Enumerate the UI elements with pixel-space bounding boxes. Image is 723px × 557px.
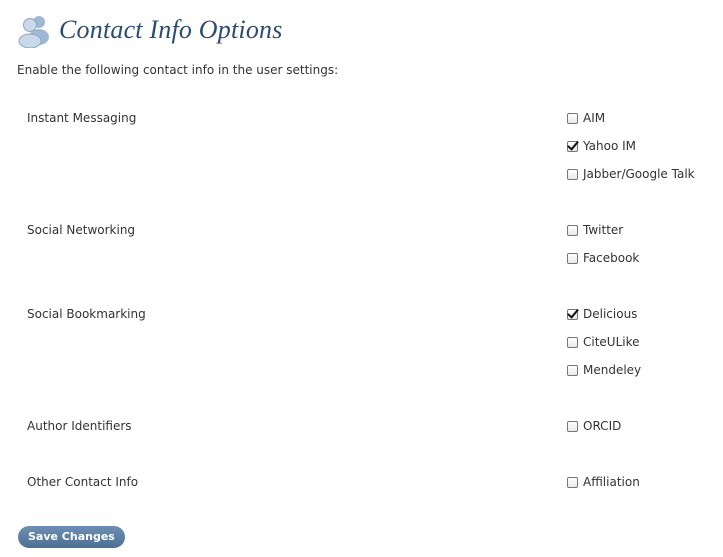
intro-text: Enable the following contact info in the…: [17, 63, 339, 77]
page-header: Contact Info Options: [17, 10, 283, 50]
option-label: Delicious: [583, 307, 638, 321]
option-mendeley[interactable]: Mendeley: [567, 363, 641, 377]
section-label-author-identifiers: Author Identifiers: [27, 419, 132, 433]
option-affiliation[interactable]: Affiliation: [567, 475, 640, 489]
option-label: Jabber/Google Talk: [583, 167, 695, 181]
option-aim[interactable]: AIM: [567, 111, 605, 125]
section-label-instant-messaging: Instant Messaging: [27, 111, 137, 125]
twitter-checkbox[interactable]: [567, 224, 578, 236]
yahoo-im-checkbox[interactable]: [567, 140, 578, 152]
option-label: Mendeley: [583, 363, 642, 377]
option-citeulike[interactable]: CiteULike: [567, 335, 640, 349]
users-icon: [18, 16, 49, 48]
option-label: Twitter: [583, 223, 624, 237]
orcid-checkbox[interactable]: [567, 420, 578, 432]
option-label: CiteULike: [583, 335, 640, 349]
option-label: Facebook: [583, 251, 640, 265]
option-label: AIM: [583, 111, 606, 125]
section-label-social-networking: Social Networking: [27, 223, 136, 237]
option-label: Yahoo IM: [583, 139, 637, 153]
section-label-other-contact-info: Other Contact Info: [27, 475, 139, 489]
option-twitter[interactable]: Twitter: [567, 223, 623, 237]
facebook-checkbox[interactable]: [567, 252, 578, 264]
mendeley-checkbox[interactable]: [567, 364, 578, 376]
option-delicious[interactable]: Delicious: [567, 307, 637, 321]
jabber-checkbox[interactable]: [567, 168, 578, 180]
delicious-checkbox[interactable]: [567, 308, 578, 320]
citeulike-checkbox[interactable]: [567, 336, 578, 348]
aim-checkbox[interactable]: [567, 112, 578, 124]
affiliation-checkbox[interactable]: [567, 476, 578, 488]
option-jabber[interactable]: Jabber/Google Talk: [567, 167, 695, 181]
page-title: Contact Info Options: [59, 15, 283, 44]
save-changes-button[interactable]: Save Changes: [18, 526, 125, 548]
option-facebook[interactable]: Facebook: [567, 251, 639, 265]
section-label-social-bookmarking: Social Bookmarking: [27, 307, 146, 321]
option-label: Affiliation: [583, 475, 640, 489]
option-label: ORCID: [583, 419, 622, 433]
option-orcid[interactable]: ORCID: [567, 419, 621, 433]
option-yahoo-im[interactable]: Yahoo IM: [567, 139, 636, 153]
